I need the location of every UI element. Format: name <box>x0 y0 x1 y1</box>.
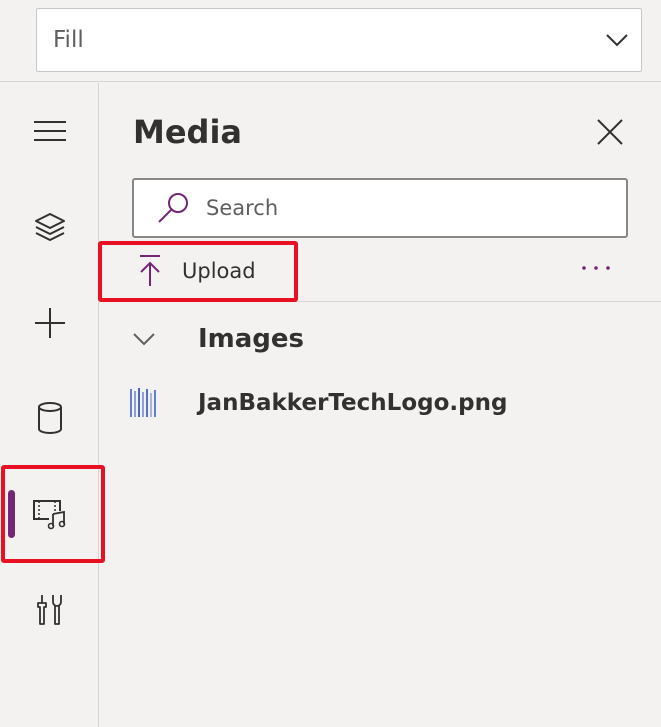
database-icon <box>37 402 62 434</box>
property-dropdown[interactable]: Fill <box>36 8 642 72</box>
left-rail <box>0 83 99 727</box>
plus-icon <box>34 308 65 338</box>
rail-tree-view-button[interactable] <box>0 191 99 263</box>
pane-title: Media <box>133 113 243 151</box>
rail-advanced-tools-button[interactable] <box>0 574 99 646</box>
media-file-item[interactable]: JanBakkerTechLogo.png <box>127 383 507 423</box>
media-icon <box>32 500 66 530</box>
ellipsis-icon <box>582 266 610 270</box>
layers-icon <box>34 213 65 241</box>
upload-label: Upload <box>182 259 256 283</box>
media-pane: Media Upload Images <box>100 83 661 727</box>
rail-data-button[interactable] <box>0 382 99 454</box>
media-search-box[interactable] <box>132 178 628 238</box>
rail-media-button[interactable] <box>0 478 99 550</box>
upload-button[interactable]: Upload <box>138 251 256 291</box>
search-icon <box>158 193 188 223</box>
file-name: JanBakkerTechLogo.png <box>198 390 508 416</box>
close-pane-button[interactable] <box>593 115 627 149</box>
image-thumbnail <box>128 387 158 419</box>
upload-icon <box>140 255 160 286</box>
divider <box>100 301 661 302</box>
chevron-down-icon <box>606 34 628 47</box>
hamburger-icon <box>33 121 66 141</box>
property-bar: Fill <box>0 0 661 82</box>
search-input[interactable] <box>206 196 606 220</box>
rail-insert-button[interactable] <box>0 287 99 359</box>
dropdown-value: Fill <box>53 27 84 53</box>
tools-icon <box>36 595 62 625</box>
rail-menu-button[interactable] <box>0 95 99 167</box>
section-label: Images <box>198 324 305 354</box>
chevron-down-icon <box>133 333 155 346</box>
close-icon <box>597 119 623 145</box>
more-options-button[interactable] <box>578 253 614 283</box>
images-section-header[interactable]: Images <box>132 319 304 359</box>
